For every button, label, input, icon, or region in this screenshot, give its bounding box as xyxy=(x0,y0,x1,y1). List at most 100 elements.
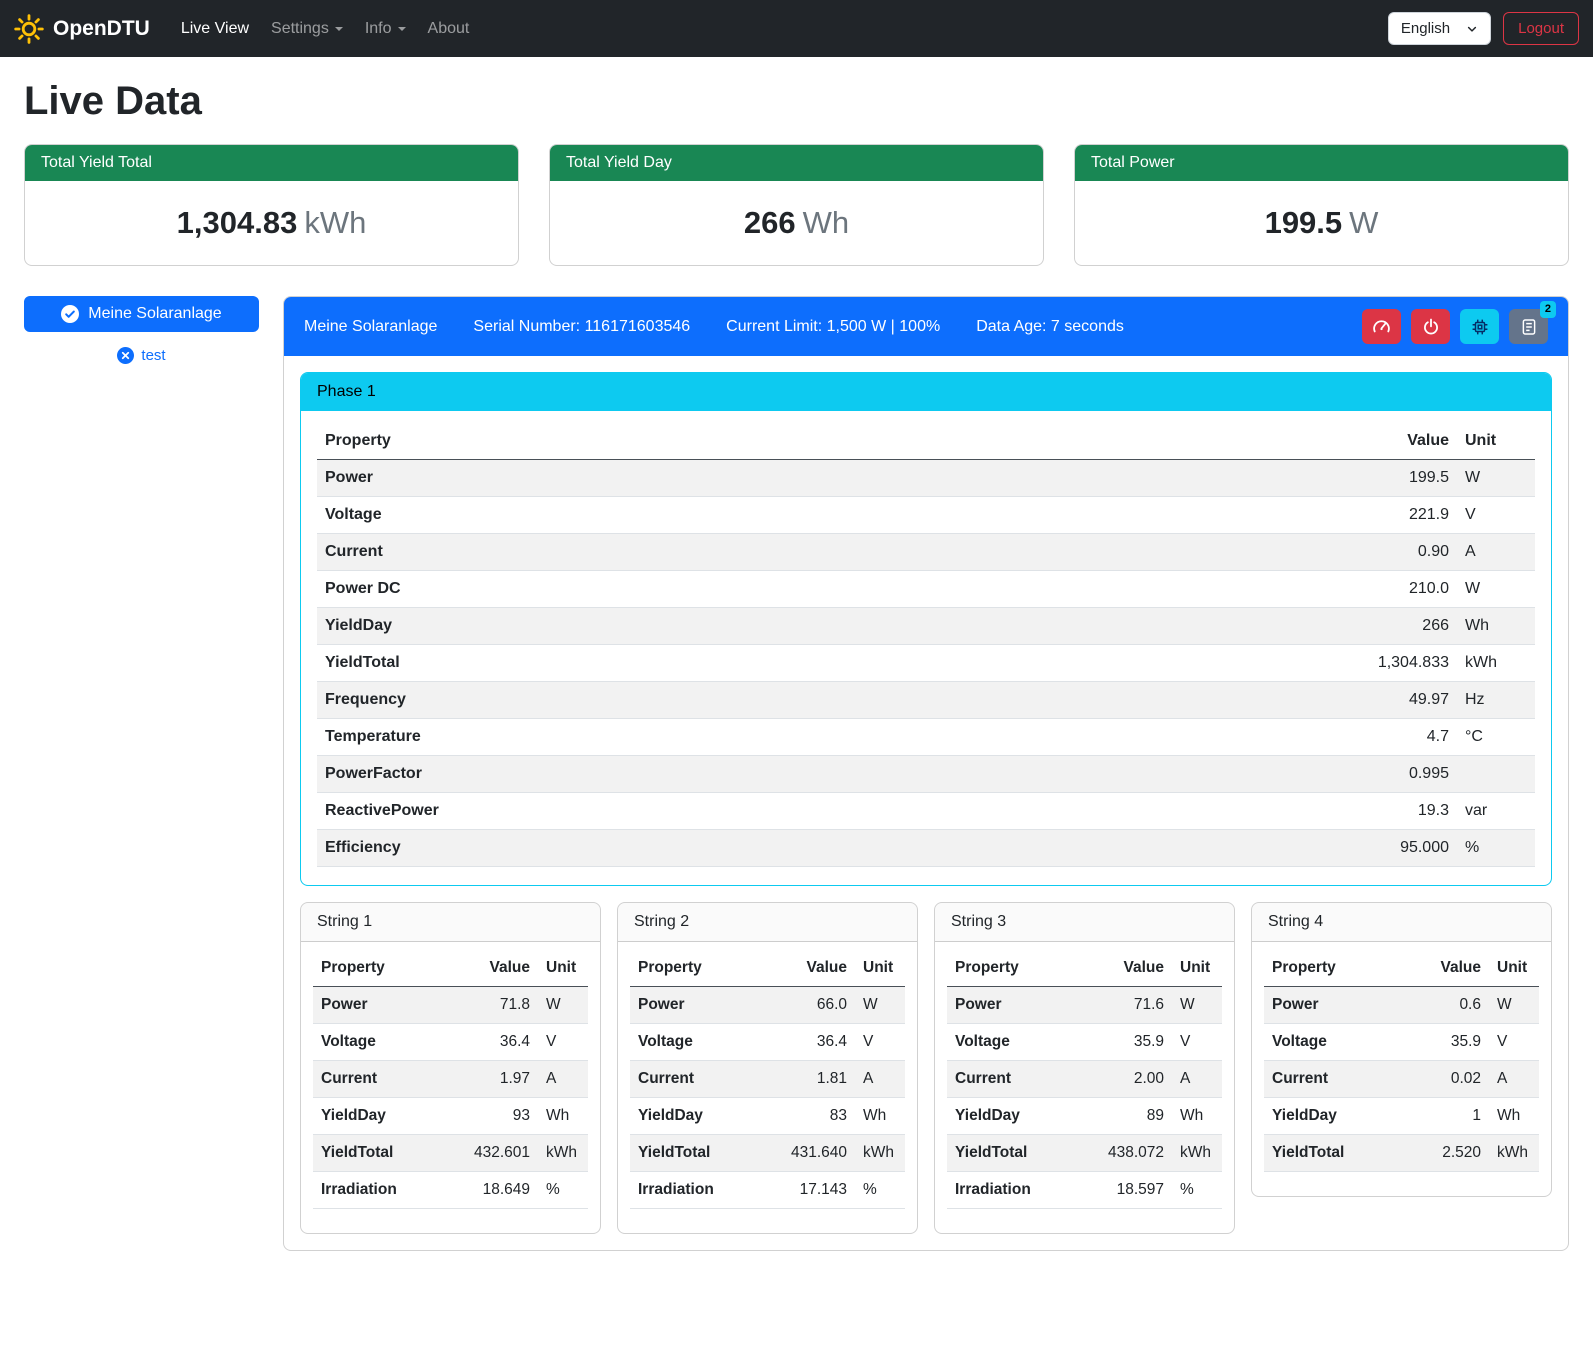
brand-link[interactable]: OpenDTU xyxy=(14,14,150,44)
main-row: Meine Solaranlage test Meine Solaranlage… xyxy=(24,296,1569,1251)
nav-settings-label: Settings xyxy=(271,20,329,38)
power-toggle-button[interactable] xyxy=(1411,309,1450,344)
header-property: Property xyxy=(1264,950,1413,987)
row-unit: °C xyxy=(1457,719,1535,756)
table-row: Current2.00A xyxy=(947,1061,1222,1098)
row-property: Irradiation xyxy=(630,1172,779,1209)
row-property: Temperature xyxy=(317,719,1327,756)
nav-info[interactable]: Info xyxy=(354,12,417,46)
total-power-card: Total Power 199.5W xyxy=(1074,144,1569,266)
sidebar-item-inverter-selected[interactable]: Meine Solaranlage xyxy=(24,296,259,332)
string-table: Property Value Unit Power0.6WVoltage35.9… xyxy=(1264,950,1539,1172)
row-unit: Wh xyxy=(855,1098,905,1135)
row-value: 95.000 xyxy=(1327,830,1457,867)
language-select[interactable]: English xyxy=(1388,12,1491,45)
table-row: YieldTotal438.072kWh xyxy=(947,1135,1222,1172)
row-unit: Wh xyxy=(1457,608,1535,645)
total-yield-total-card: Total Yield Total 1,304.83kWh xyxy=(24,144,519,266)
nav-about[interactable]: About xyxy=(417,12,481,46)
row-property: Voltage xyxy=(313,1024,462,1061)
header-value: Value xyxy=(462,950,538,987)
row-property: Power xyxy=(630,987,779,1024)
event-log-button[interactable]: 2 xyxy=(1509,309,1548,344)
row-value: 71.6 xyxy=(1096,987,1172,1024)
row-property: Power xyxy=(947,987,1096,1024)
header-unit: Unit xyxy=(855,950,905,987)
table-row: Temperature4.7°C xyxy=(317,719,1535,756)
row-value: 2.520 xyxy=(1413,1135,1489,1172)
row-unit: W xyxy=(1457,460,1535,497)
row-value: 1.81 xyxy=(779,1061,855,1098)
device-info-button[interactable] xyxy=(1460,309,1499,344)
row-unit: V xyxy=(1172,1024,1222,1061)
row-value: 0.02 xyxy=(1413,1061,1489,1098)
row-property: Power xyxy=(1264,987,1413,1024)
row-property: Voltage xyxy=(947,1024,1096,1061)
row-value: 432.601 xyxy=(462,1135,538,1172)
sidebar-inverter-label: Meine Solaranlage xyxy=(88,305,221,323)
row-value: 1.97 xyxy=(462,1061,538,1098)
header-value: Value xyxy=(1327,423,1457,460)
header-unit: Unit xyxy=(1457,423,1535,460)
header-unit: Unit xyxy=(1489,950,1539,987)
table-row: Current1.97A xyxy=(313,1061,588,1098)
sidebar-item-inverter-test[interactable]: test xyxy=(24,347,259,364)
logout-button[interactable]: Logout xyxy=(1503,12,1579,45)
table-header-row: Property Value Unit xyxy=(1264,950,1539,987)
row-unit: kWh xyxy=(1457,645,1535,682)
limit-settings-button[interactable] xyxy=(1362,309,1401,344)
row-property: YieldDay xyxy=(317,608,1327,645)
nav-live-view[interactable]: Live View xyxy=(170,12,260,46)
table-row: Voltage221.9V xyxy=(317,497,1535,534)
table-row: YieldDay89Wh xyxy=(947,1098,1222,1135)
row-unit: W xyxy=(855,987,905,1024)
table-row: Irradiation18.649% xyxy=(313,1172,588,1209)
row-value: 35.9 xyxy=(1096,1024,1172,1061)
navbar: OpenDTU Live View Settings Info About En… xyxy=(0,0,1593,57)
nav-settings[interactable]: Settings xyxy=(260,12,354,46)
cpu-icon xyxy=(1471,318,1489,336)
table-row: Voltage36.4V xyxy=(313,1024,588,1061)
row-value: 210.0 xyxy=(1327,571,1457,608)
table-row: YieldDay1Wh xyxy=(1264,1098,1539,1135)
row-property: YieldDay xyxy=(947,1098,1096,1135)
caret-down-icon xyxy=(335,27,343,31)
string-body: Property Value Unit Power0.6WVoltage35.9… xyxy=(1252,942,1551,1196)
row-value: 0.6 xyxy=(1413,987,1489,1024)
row-value: 49.97 xyxy=(1327,682,1457,719)
sun-icon xyxy=(14,14,44,44)
row-property: Power xyxy=(313,987,462,1024)
row-value: 83 xyxy=(779,1098,855,1135)
string-title: String 1 xyxy=(301,903,600,942)
string-card-1: String 1 Property Value Unit xyxy=(300,902,601,1234)
table-row: Current1.81A xyxy=(630,1061,905,1098)
table-row: Power71.6W xyxy=(947,987,1222,1024)
card-header: Total Yield Day xyxy=(550,145,1043,181)
table-row: YieldDay83Wh xyxy=(630,1098,905,1135)
table-row: YieldTotal432.601kWh xyxy=(313,1135,588,1172)
row-unit: % xyxy=(1457,830,1535,867)
row-unit: % xyxy=(538,1172,588,1209)
table-row: Voltage35.9V xyxy=(1264,1024,1539,1061)
string-title: String 3 xyxy=(935,903,1234,942)
table-row: PowerFactor0.995 xyxy=(317,756,1535,793)
row-value: 71.8 xyxy=(462,987,538,1024)
table-row: Power199.5W xyxy=(317,460,1535,497)
nav-info-label: Info xyxy=(365,20,392,38)
row-property: YieldTotal xyxy=(630,1135,779,1172)
row-unit: Hz xyxy=(1457,682,1535,719)
table-row: Power71.8W xyxy=(313,987,588,1024)
string-body: Property Value Unit Power71.8WVoltage36.… xyxy=(301,942,600,1233)
table-row: Voltage35.9V xyxy=(947,1024,1222,1061)
header-unit: Unit xyxy=(1172,950,1222,987)
row-value: 0.995 xyxy=(1327,756,1457,793)
table-row: Frequency49.97Hz xyxy=(317,682,1535,719)
row-unit: Wh xyxy=(1489,1098,1539,1135)
row-unit: kWh xyxy=(1172,1135,1222,1172)
row-property: Current xyxy=(1264,1061,1413,1098)
inverter-data-age: Data Age: 7 seconds xyxy=(976,318,1124,336)
string-table: Property Value Unit Power71.8WVoltage36.… xyxy=(313,950,588,1209)
table-row: YieldTotal431.640kWh xyxy=(630,1135,905,1172)
table-row: Current0.02A xyxy=(1264,1061,1539,1098)
table-row: Power0.6W xyxy=(1264,987,1539,1024)
